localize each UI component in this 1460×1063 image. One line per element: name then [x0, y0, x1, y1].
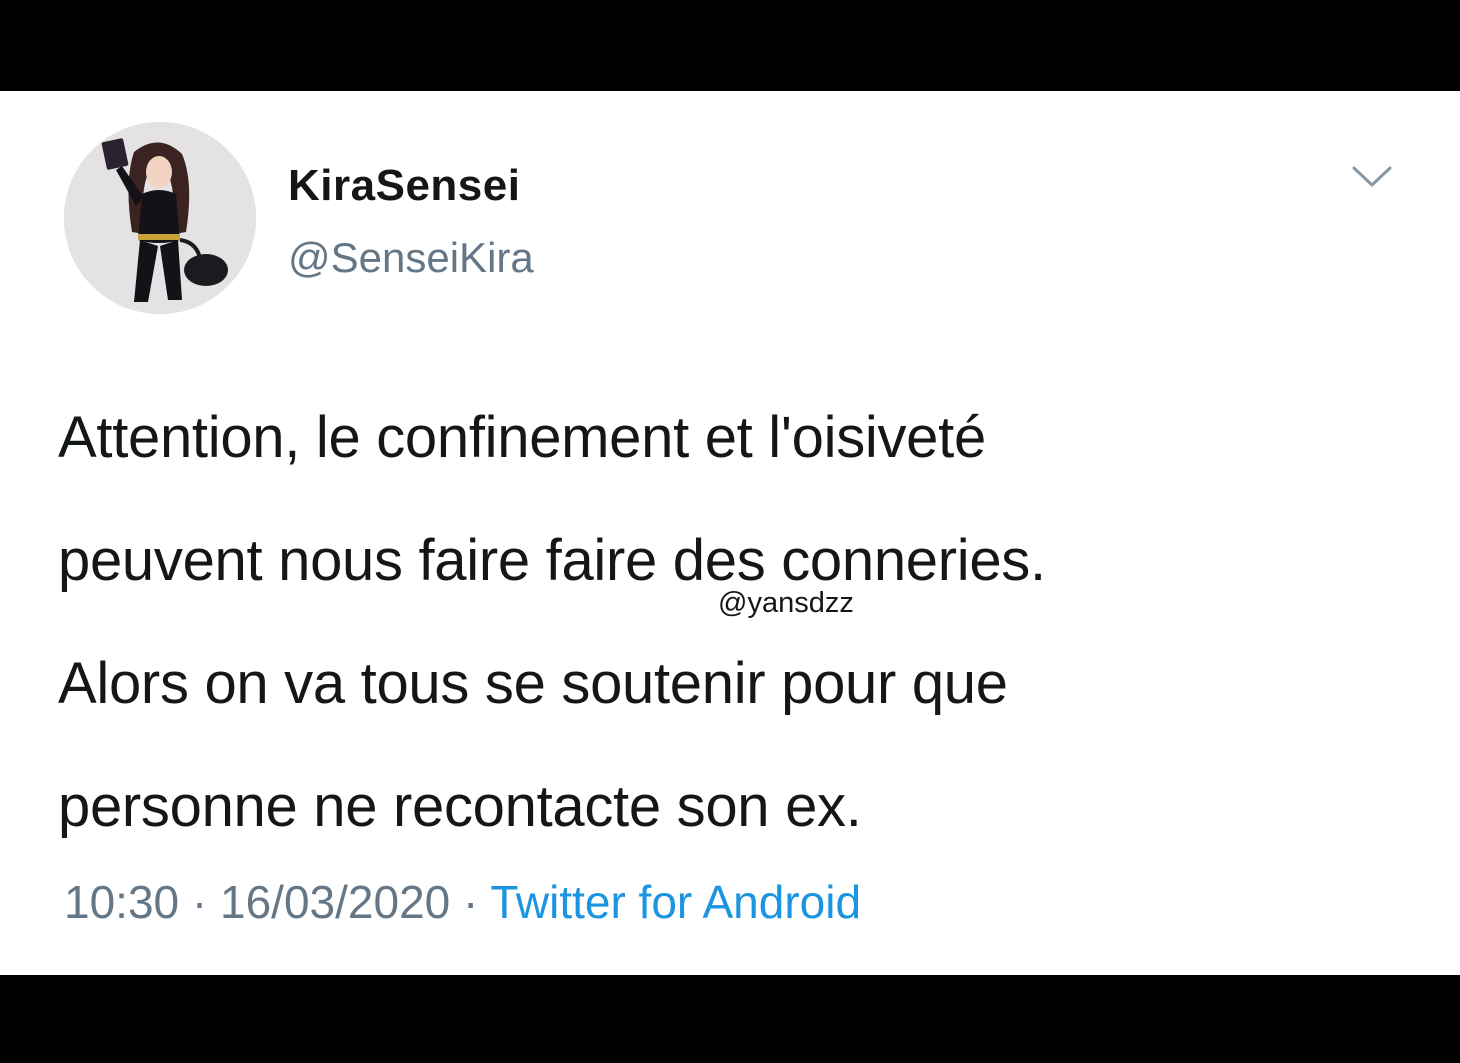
author-handle[interactable]: @SenseiKira [288, 234, 534, 282]
chevron-down-icon [1352, 166, 1392, 187]
meta-separator: · [450, 876, 491, 928]
meta-separator: · [179, 876, 221, 928]
tweet-menu-button[interactable] [1350, 161, 1394, 191]
tweet-card: KiraSensei @SenseiKira Attention, le con… [0, 91, 1460, 975]
avatar-illustration [64, 122, 256, 314]
tweet-text-line: Alors on va tous se soutenir pour que [58, 651, 1008, 716]
tweet-date[interactable]: 16/03/2020 [220, 876, 450, 928]
tweet-text-line: Attention, le confinement et l'oisiveté [58, 405, 986, 470]
tweet-source-link[interactable]: Twitter for Android [490, 876, 861, 928]
watermark-handle: @yansdzz [718, 587, 854, 619]
tweet-time[interactable]: 10:30 [64, 876, 179, 928]
tweet-metadata: 10:30 · 16/03/2020 · Twitter for Android [64, 875, 861, 929]
screenshot-frame: KiraSensei @SenseiKira Attention, le con… [0, 0, 1460, 1063]
author-display-name[interactable]: KiraSensei [288, 161, 520, 211]
tweet-text-line: personne ne recontacte son ex. [58, 774, 862, 839]
avatar[interactable] [64, 122, 256, 314]
tweet-text: Attention, le confinement et l'oisiveté … [58, 376, 1418, 868]
